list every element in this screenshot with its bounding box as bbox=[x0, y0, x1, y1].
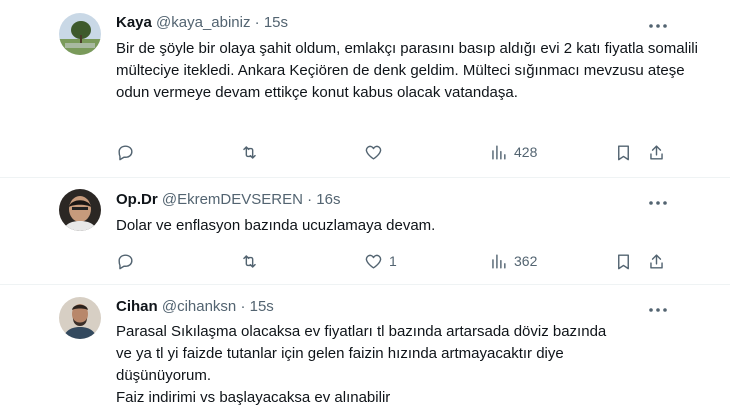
more-dots-icon[interactable] bbox=[648, 18, 668, 32]
views-chart-icon bbox=[492, 253, 506, 269]
user-handle[interactable]: @cihanksn bbox=[162, 298, 236, 315]
tweet-text: Parasal Sıkılaşma olacaksa ev fiyatları … bbox=[116, 321, 716, 409]
avatar-image bbox=[59, 189, 101, 231]
separator-dot: · bbox=[254, 14, 260, 31]
tweet-header: Op.Dr @EkremDEVSEREN · 16s bbox=[116, 191, 340, 208]
bookmark-button[interactable] bbox=[614, 141, 633, 163]
like-button[interactable]: 1 bbox=[364, 250, 397, 272]
like-button[interactable] bbox=[364, 141, 389, 163]
views-button[interactable]: 428 bbox=[489, 141, 537, 163]
share-button[interactable] bbox=[647, 250, 666, 272]
retweet-button[interactable] bbox=[240, 141, 259, 163]
heart-icon bbox=[365, 254, 382, 269]
tweet-text: Dolar ve enflasyon bazında ucuzlamaya de… bbox=[116, 217, 436, 234]
reply-button[interactable] bbox=[116, 250, 135, 272]
reply-icon bbox=[118, 144, 133, 160]
tweet-kaya[interactable]: Kaya @kaya_abiniz · 15s Bir de şöyle bir… bbox=[0, 0, 730, 177]
tweet-text-line: Faiz indirimi vs başlayacaksa ev alınabi… bbox=[116, 389, 391, 406]
like-count: 1 bbox=[389, 253, 397, 269]
timestamp[interactable]: 16s bbox=[316, 191, 340, 208]
user-handle[interactable]: @EkremDEVSEREN bbox=[162, 191, 303, 208]
retweet-icon bbox=[243, 145, 256, 159]
more-dots-icon[interactable] bbox=[648, 195, 668, 209]
retweet-button[interactable] bbox=[240, 250, 259, 272]
heart-icon bbox=[365, 145, 382, 160]
avatar[interactable] bbox=[59, 13, 101, 55]
bookmark-icon bbox=[618, 253, 629, 269]
user-handle[interactable]: @kaya_abiniz bbox=[156, 14, 250, 31]
tweet-text: Bir de şöyle bir olaya şahit oldum, emla… bbox=[116, 40, 698, 101]
timestamp[interactable]: 15s bbox=[250, 298, 274, 315]
more-dots-icon[interactable] bbox=[648, 302, 668, 316]
display-name[interactable]: Op.Dr bbox=[116, 191, 158, 208]
timestamp[interactable]: 15s bbox=[264, 14, 288, 31]
view-count: 362 bbox=[514, 253, 538, 269]
avatar-image bbox=[59, 13, 101, 55]
reply-icon bbox=[118, 253, 133, 269]
tweet-actions: 428 bbox=[116, 141, 676, 163]
separator-dot: · bbox=[307, 191, 313, 208]
bookmark-button[interactable] bbox=[614, 250, 633, 272]
reply-button[interactable] bbox=[116, 141, 135, 163]
avatar[interactable] bbox=[59, 297, 101, 339]
views-chart-icon bbox=[492, 144, 506, 160]
share-icon bbox=[650, 253, 663, 269]
tweet-header: Kaya @kaya_abiniz · 15s bbox=[116, 14, 288, 31]
tweet-text-line: düşünüyorum. bbox=[116, 367, 212, 384]
bookmark-icon bbox=[618, 144, 629, 160]
views-button[interactable]: 362 bbox=[489, 250, 537, 272]
tweet-text-line: Parasal Sıkılaşma olacaksa ev fiyatları … bbox=[116, 323, 607, 340]
tweet-cihan[interactable]: Cihan @cihanksn · 15s Parasal Sıkılaşma … bbox=[0, 285, 730, 420]
tweet-header: Cihan @cihanksn · 15s bbox=[116, 298, 274, 315]
display-name[interactable]: Kaya bbox=[116, 14, 152, 31]
avatar-image bbox=[59, 297, 101, 339]
separator-dot: · bbox=[240, 298, 246, 315]
tweet-opdr[interactable]: Op.Dr @EkremDEVSEREN · 16s Dolar ve enfl… bbox=[0, 178, 730, 284]
display-name[interactable]: Cihan bbox=[116, 298, 158, 315]
share-button[interactable] bbox=[647, 141, 666, 163]
view-count: 428 bbox=[514, 144, 538, 160]
share-icon bbox=[650, 144, 663, 160]
tweet-actions: 1 362 bbox=[116, 250, 676, 272]
tweet-text-line: ve ya tl yi faizde tutanlar için gelen f… bbox=[116, 345, 564, 362]
avatar[interactable] bbox=[59, 189, 101, 231]
retweet-icon bbox=[243, 254, 256, 268]
